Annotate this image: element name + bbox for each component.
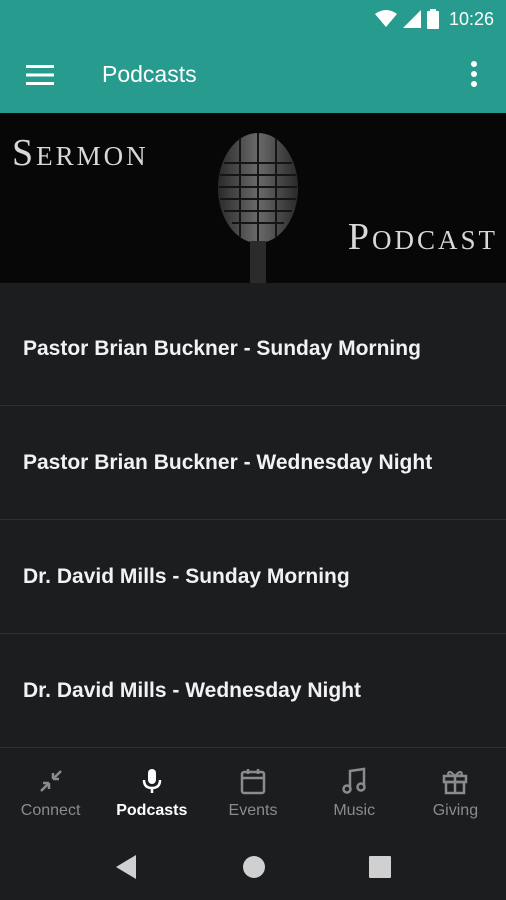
nav-item-events[interactable]: Events: [202, 752, 303, 834]
podcast-title: Dr. David Mills - Wednesday Night: [23, 678, 362, 702]
app-bar: Podcasts: [0, 37, 506, 113]
nav-item-giving[interactable]: Giving: [405, 752, 506, 834]
nav-label: Podcasts: [116, 802, 188, 819]
podcast-list: Pastor Brian Buckner - Sunday Morning Pa…: [0, 292, 506, 748]
nav-item-music[interactable]: Music: [304, 752, 405, 834]
microphone-icon: [142, 769, 162, 793]
wifi-icon: [374, 10, 397, 27]
bottom-navigation: Connect Podcasts Events Music Giving: [0, 752, 506, 834]
status-icons: 10:26: [374, 7, 494, 31]
status-bar: 10:26: [0, 0, 506, 37]
signal-icon: [402, 10, 421, 28]
nav-label: Connect: [20, 802, 81, 819]
list-item[interactable]: Dr. David Mills - Sunday Morning: [0, 520, 506, 634]
page-title: Podcasts: [102, 61, 197, 87]
microphone-illustration-icon: [218, 133, 298, 283]
music-note-icon: [342, 767, 366, 794]
home-icon[interactable]: [242, 855, 266, 879]
list-item[interactable]: Pastor Brian Buckner - Wednesday Night: [0, 406, 506, 520]
back-icon[interactable]: [114, 854, 138, 880]
battery-icon: [426, 9, 439, 29]
podcast-title: Dr. David Mills - Sunday Morning: [23, 564, 350, 588]
list-item[interactable]: Dr. David Mills - Wednesday Night: [0, 634, 506, 748]
more-vert-icon[interactable]: [460, 59, 488, 89]
nav-label: Events: [228, 802, 278, 819]
nav-item-podcasts[interactable]: Podcasts: [101, 752, 202, 834]
sermon-podcast-banner: Sermon Podcast: [0, 113, 506, 283]
status-time: 10:26: [448, 8, 494, 29]
gift-icon: [443, 770, 468, 795]
system-navigation-bar: [0, 834, 506, 900]
compress-arrows-icon: [39, 770, 62, 792]
podcast-title: Pastor Brian Buckner - Sunday Morning: [23, 336, 421, 360]
hamburger-menu-icon[interactable]: [26, 63, 54, 87]
recents-icon[interactable]: [369, 856, 391, 878]
list-item[interactable]: Pastor Brian Buckner - Sunday Morning: [0, 292, 506, 406]
banner-title-line1: Sermon: [12, 132, 149, 174]
nav-label: Music: [333, 802, 376, 819]
podcast-title: Pastor Brian Buckner - Wednesday Night: [23, 450, 433, 474]
nav-item-connect[interactable]: Connect: [0, 752, 101, 834]
banner-title-line2: Podcast: [347, 216, 498, 258]
calendar-icon: [240, 769, 266, 795]
nav-label: Giving: [432, 802, 479, 819]
